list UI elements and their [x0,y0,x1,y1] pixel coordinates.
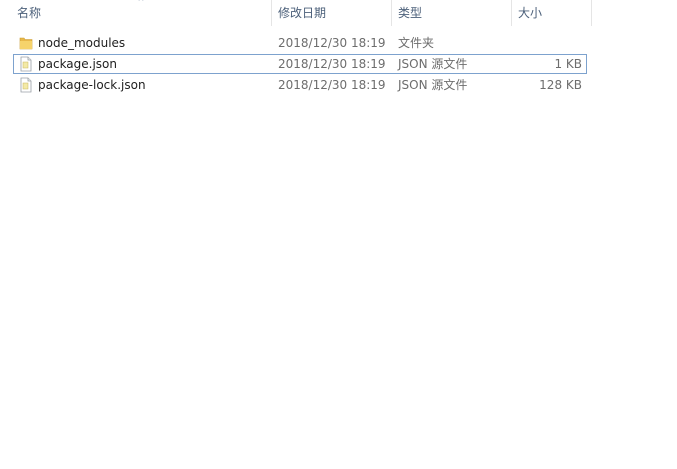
file-type: JSON 源文件 [398,57,468,71]
file-date-modified: 2018/12/30 18:19 [278,57,386,71]
file-explorer: ^ 名称 修改日期 类型 大小 node_modules 2018/12/30 … [0,0,677,469]
file-row-node-modules[interactable]: node_modules 2018/12/30 18:19 文件夹 [13,33,587,53]
file-date-modified: 2018/12/30 18:19 [278,36,386,50]
file-size: 128 KB [539,78,582,92]
file-name: package.json [38,57,118,71]
folder-icon [19,35,33,51]
column-header-date-modified[interactable]: 修改日期 [271,0,391,26]
file-type: JSON 源文件 [398,78,468,92]
file-date-modified: 2018/12/30 18:19 [278,78,386,92]
column-header-name[interactable]: 名称 [11,0,271,26]
column-header-size[interactable]: 大小 [511,0,592,26]
file-name: package-lock.json [38,78,146,92]
column-header-bar: ^ 名称 修改日期 类型 大小 [0,0,592,26]
json-file-icon [19,56,33,72]
json-file-icon [19,77,33,93]
file-row-package-lock-json[interactable]: package-lock.json 2018/12/30 18:19 JSON … [13,75,587,95]
column-header-type[interactable]: 类型 [391,0,511,26]
file-size: 1 KB [554,57,582,71]
file-row-package-json[interactable]: package.json 2018/12/30 18:19 JSON 源文件 1… [13,54,587,74]
file-name: node_modules [38,36,126,50]
file-type: 文件夹 [398,36,435,50]
